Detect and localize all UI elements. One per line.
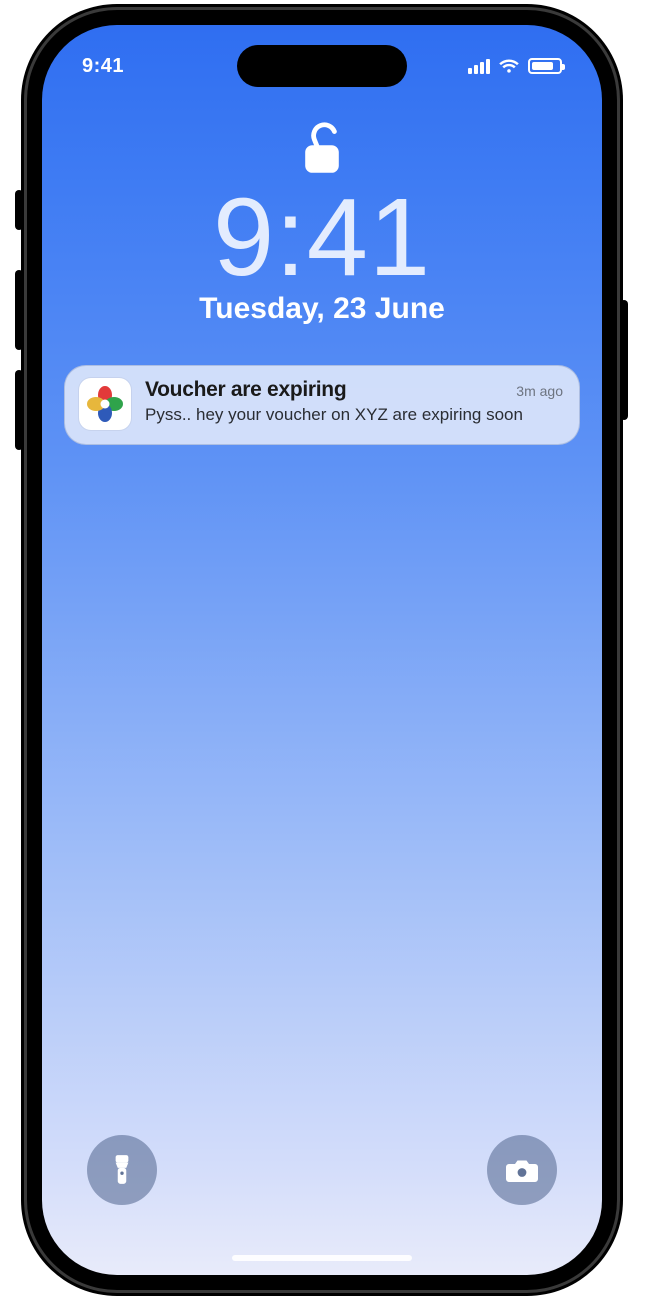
notification-card[interactable]: Voucher are expiring 3m ago Pyss.. hey y…	[64, 365, 580, 445]
volume-down-button[interactable]	[15, 370, 23, 450]
volume-up-button[interactable]	[15, 270, 23, 350]
lock-screen[interactable]: 9:41 9:41 Tuesday, 23 June	[42, 25, 602, 1275]
camera-icon	[505, 1157, 539, 1183]
status-bar: 9:41	[42, 51, 602, 81]
notification-app-icon	[79, 378, 131, 430]
camera-button[interactable]	[487, 1135, 557, 1205]
status-time: 9:41	[82, 55, 124, 78]
cellular-signal-icon	[468, 59, 490, 74]
flashlight-button[interactable]	[87, 1135, 157, 1205]
home-indicator[interactable]	[232, 1255, 412, 1261]
unlocked-icon	[297, 120, 347, 180]
notification-time: 3m ago	[516, 383, 563, 399]
battery-icon	[528, 58, 562, 74]
notification-body: Voucher are expiring 3m ago Pyss.. hey y…	[145, 378, 563, 430]
silence-switch[interactable]	[15, 190, 23, 230]
multicolor-petals-icon	[85, 384, 125, 424]
notification-message: Pyss.. hey your voucher on XYZ are expir…	[145, 404, 563, 425]
clock-date: Tuesday, 23 June	[42, 292, 602, 326]
power-button[interactable]	[620, 300, 628, 420]
notification-title: Voucher are expiring	[145, 378, 346, 402]
flashlight-icon	[109, 1153, 135, 1187]
clock-time: 9:41	[42, 180, 602, 296]
status-indicators	[468, 58, 562, 74]
wifi-icon	[498, 58, 520, 74]
phone-frame: 9:41 9:41 Tuesday, 23 June	[27, 10, 617, 1290]
lock-clock: 9:41 Tuesday, 23 June	[42, 180, 602, 326]
